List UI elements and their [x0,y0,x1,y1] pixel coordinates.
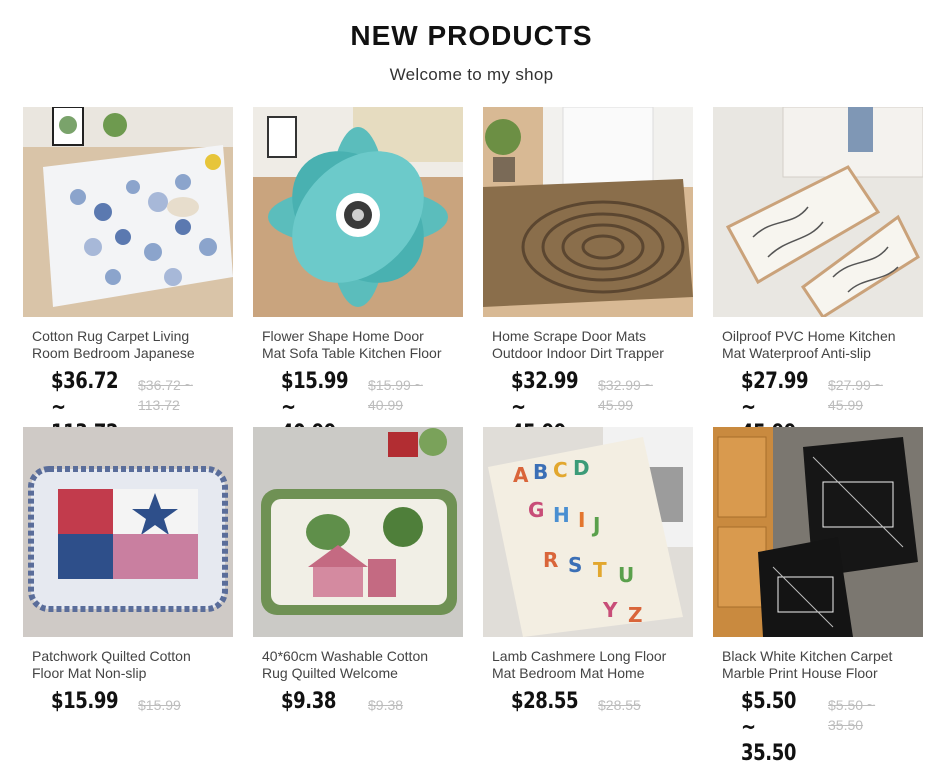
svg-text:G: G [528,498,544,522]
product-title-line-2: Mat Waterproof Anti-slip [722,345,871,361]
product-title[interactable]: Cotton Rug Carpet Living Room Bedroom Ja… [32,328,232,362]
product-title-line-1: Oilproof PVC Home Kitchen [722,328,896,344]
svg-text:A: A [513,463,529,487]
product-card[interactable]: Patchwork Quilted Cotton Floor Mat Non-s… [23,427,233,747]
product-old-price: $28.55 [598,697,641,713]
product-card[interactable]: Home Scrape Door Mats Outdoor Indoor Dir… [483,107,693,446]
product-old-price: $27.99 ~ 45.99 [828,377,883,413]
svg-text:B: B [533,460,548,484]
product-image-art [483,107,693,317]
product-title-line-1: Black White Kitchen Carpet [722,648,893,664]
product-title-line-2: Floor Mat Non-slip [32,665,147,681]
product-card[interactable]: Flower Shape Home Door Mat Sofa Table Ki… [253,107,463,446]
product-price: $9.38 [281,689,337,714]
svg-text:R: R [543,548,558,572]
product-image-art [253,107,463,317]
product-image[interactable] [713,427,923,637]
product-image-art [253,427,463,637]
product-image[interactable] [23,107,233,317]
product-old-price: $9.38 [368,697,404,713]
product-image-art [713,427,923,637]
product-image[interactable]: A B C D G H I J R S T U Y Z [483,427,693,637]
product-image[interactable] [253,427,463,637]
product-image[interactable] [253,107,463,317]
product-image[interactable] [23,427,233,637]
svg-text:Y: Y [602,598,618,622]
product-title[interactable]: 40*60cm Washable Cotton Rug Quilted Welc… [262,648,462,682]
svg-text:I: I [578,508,585,532]
product-title[interactable]: Flower Shape Home Door Mat Sofa Table Ki… [262,328,462,362]
product-title-line-2: Mat Sofa Table Kitchen Floor [262,345,442,361]
svg-text:J: J [591,513,600,537]
product-title-line-1: Lamb Cashmere Long Floor [492,648,667,664]
product-title-line-1: Cotton Rug Carpet Living [32,328,190,344]
svg-text:S: S [568,553,582,577]
product-title-line-1: 40*60cm Washable Cotton [262,648,429,664]
product-image-art [23,427,233,637]
product-image[interactable] [483,107,693,317]
svg-text:C: C [553,458,568,482]
product-old-price: $15.99 [138,697,181,713]
product-image-art [23,107,233,317]
product-price: $28.55 [511,689,579,714]
product-title[interactable]: Black White Kitchen Carpet Marble Print … [722,648,922,682]
product-image-art [713,107,923,317]
product-title-line-2: Mat Bedroom Mat Home [492,665,645,681]
svg-text:D: D [573,456,590,480]
product-card[interactable]: A B C D G H I J R S T U Y Z Lamb Cashmer… [483,427,693,747]
product-old-price: $36.72 ~ 113.72 [138,377,193,413]
product-old-price: $32.99 ~ 45.99 [598,377,653,413]
product-card[interactable]: Black White Kitchen Carpet Marble Print … [713,427,923,766]
svg-text:U: U [618,563,634,587]
product-price: $5.50 ~ 35.50 [741,689,797,766]
product-title[interactable]: Lamb Cashmere Long Floor Mat Bedroom Mat… [492,648,692,682]
product-image-art: A B C D G H I J R S T U Y Z [483,427,693,637]
product-old-price: $15.99 ~ 40.99 [368,377,423,413]
product-card[interactable]: 40*60cm Washable Cotton Rug Quilted Welc… [253,427,463,747]
product-title-line-1: Patchwork Quilted Cotton [32,648,191,664]
product-grid: Cotton Rug Carpet Living Room Bedroom Ja… [0,0,943,766]
product-title[interactable]: Oilproof PVC Home Kitchen Mat Waterproof… [722,328,922,362]
product-card[interactable]: Cotton Rug Carpet Living Room Bedroom Ja… [23,107,233,446]
product-title-line-1: Home Scrape Door Mats [492,328,647,344]
svg-text:H: H [553,503,570,527]
svg-text:T: T [593,558,607,582]
product-card[interactable]: Oilproof PVC Home Kitchen Mat Waterproof… [713,107,923,446]
product-title-line-2: Room Bedroom Japanese [32,345,195,361]
product-title-line-2: Rug Quilted Welcome [262,665,398,681]
product-title-line-2: Marble Print House Floor [722,665,878,681]
product-old-price: $5.50 ~ 35.50 [828,697,876,733]
product-title-line-1: Flower Shape Home Door [262,328,424,344]
svg-text:Z: Z [628,603,643,627]
product-price: $15.99 [51,689,119,714]
product-title[interactable]: Home Scrape Door Mats Outdoor Indoor Dir… [492,328,692,362]
product-image[interactable] [713,107,923,317]
product-title-line-2: Outdoor Indoor Dirt Trapper [492,345,664,361]
product-title[interactable]: Patchwork Quilted Cotton Floor Mat Non-s… [32,648,232,682]
